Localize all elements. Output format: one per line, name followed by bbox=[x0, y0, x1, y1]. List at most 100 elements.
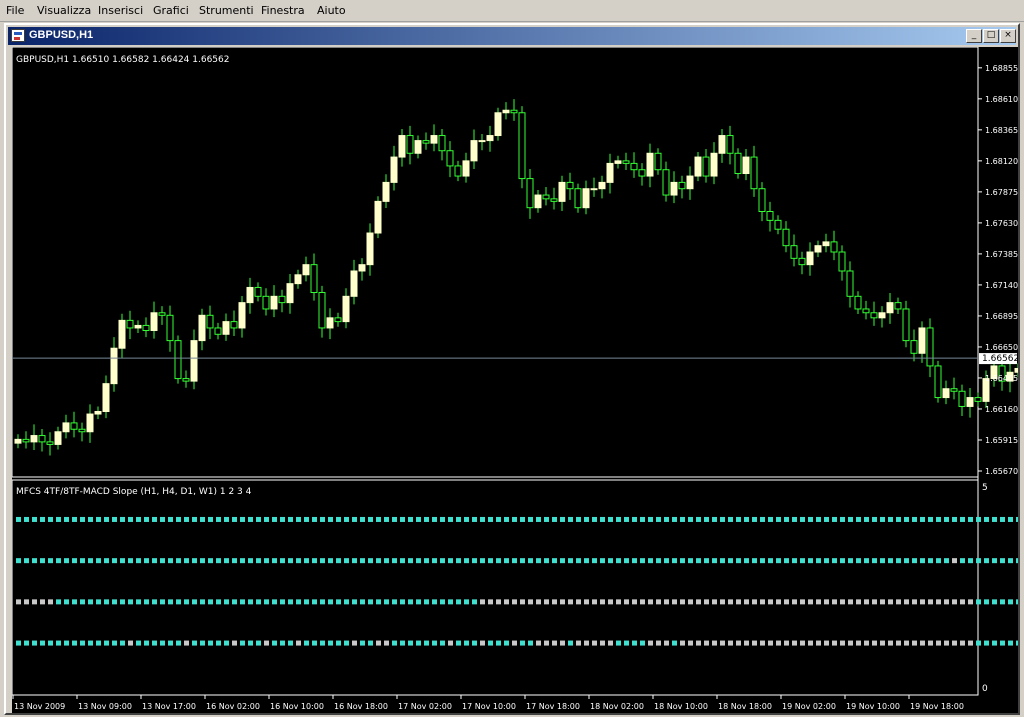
indicator-dot bbox=[640, 640, 645, 646]
candle-body bbox=[830, 241, 838, 253]
candle-body bbox=[438, 135, 446, 152]
candle-body bbox=[70, 422, 78, 430]
candle-body bbox=[526, 178, 534, 209]
indicator-dot bbox=[736, 558, 741, 564]
indicator-dot bbox=[280, 558, 285, 564]
indicator-dot bbox=[352, 516, 357, 522]
candle-body bbox=[278, 295, 286, 304]
indicator-dot bbox=[544, 599, 549, 605]
indicator-dot bbox=[296, 558, 301, 564]
indicator-dot bbox=[880, 558, 885, 564]
menu-aiuto[interactable]: Aiuto bbox=[317, 4, 346, 17]
indicator-dot bbox=[352, 599, 357, 605]
indicator-dot bbox=[936, 516, 941, 522]
indicator-dot bbox=[808, 516, 813, 522]
indicator-dot bbox=[432, 558, 437, 564]
indicator-dot bbox=[256, 516, 261, 522]
indicator-dot bbox=[648, 516, 653, 522]
indicator-dot bbox=[728, 599, 733, 605]
indicator-dot bbox=[136, 599, 141, 605]
candle-body bbox=[110, 347, 118, 385]
indicator-dot bbox=[384, 640, 389, 646]
indicator-dot bbox=[992, 516, 997, 522]
indicator-dot bbox=[48, 516, 53, 522]
indicator-dot bbox=[584, 599, 589, 605]
indicator-dot bbox=[976, 558, 981, 564]
indicator-dot bbox=[208, 599, 213, 605]
indicator-dot bbox=[664, 640, 669, 646]
indicator-dot bbox=[264, 640, 269, 646]
indicator-dot bbox=[328, 558, 333, 564]
chart-window[interactable]: GBPUSD,H1 _ □ × GBPUSD,H1 1.66510 1.6658… bbox=[4, 23, 1024, 715]
indicator-dot bbox=[472, 516, 477, 522]
indicator-dot bbox=[600, 516, 605, 522]
indicator-dot bbox=[168, 558, 173, 564]
indicator-dot bbox=[904, 516, 909, 522]
indicator-dot bbox=[968, 599, 973, 605]
menu-file[interactable]: File bbox=[6, 4, 24, 17]
indicator-dot bbox=[384, 558, 389, 564]
indicator-dot bbox=[120, 516, 125, 522]
indicator-dot bbox=[952, 558, 957, 564]
indicator-dot bbox=[320, 516, 325, 522]
indicator-dot bbox=[984, 599, 989, 605]
candle-body bbox=[94, 411, 102, 415]
chart-canvas[interactable]: GBPUSD,H1 1.66510 1.66582 1.66424 1.6656… bbox=[11, 46, 1024, 713]
menu-inserisci[interactable]: Inserisci bbox=[98, 4, 143, 17]
indicator-dot bbox=[224, 558, 229, 564]
indicator-dot bbox=[272, 640, 277, 646]
indicator-dot bbox=[16, 640, 21, 646]
price-chart-frame bbox=[11, 46, 979, 696]
indicator-dot bbox=[440, 516, 445, 522]
indicator-dot bbox=[568, 640, 573, 646]
indicator-dot bbox=[464, 558, 469, 564]
indicator-dot bbox=[792, 558, 797, 564]
indicator-dot bbox=[544, 640, 549, 646]
indicator-dot bbox=[632, 599, 637, 605]
minimize-button[interactable]: _ bbox=[966, 29, 982, 43]
indicator-dot bbox=[64, 640, 69, 646]
indicator-dot bbox=[728, 516, 733, 522]
candle-body bbox=[926, 327, 934, 367]
menu-finestra[interactable]: Finestra bbox=[261, 4, 305, 17]
indicator-dot bbox=[40, 516, 45, 522]
menu-visualizza[interactable]: Visualizza bbox=[37, 4, 91, 17]
menu-grafici[interactable]: Grafici bbox=[153, 4, 189, 17]
indicator-dot bbox=[504, 599, 509, 605]
price-tick-label: 1.66895 bbox=[985, 312, 1018, 321]
indicator-dot bbox=[336, 516, 341, 522]
indicator-dot bbox=[488, 516, 493, 522]
maximize-button[interactable]: □ bbox=[983, 29, 999, 43]
indicator-dot bbox=[920, 599, 925, 605]
indicator-dot bbox=[488, 558, 493, 564]
menu-strumenti[interactable]: Strumenti bbox=[199, 4, 254, 17]
indicator-dot bbox=[1008, 599, 1013, 605]
indicator-dot bbox=[864, 599, 869, 605]
candle-body bbox=[446, 150, 454, 167]
indicator-dot bbox=[792, 599, 797, 605]
indicator-dot bbox=[712, 558, 717, 564]
indicator-dot bbox=[376, 558, 381, 564]
window-title: GBPUSD,H1 bbox=[29, 29, 94, 41]
indicator-dot bbox=[880, 640, 885, 646]
candle-body bbox=[398, 135, 406, 158]
indicator-dot bbox=[160, 558, 165, 564]
indicator-dot bbox=[16, 516, 21, 522]
time-tick-label: 16 Nov 18:00 bbox=[334, 702, 388, 711]
indicator-dot bbox=[504, 516, 509, 522]
indicator-dot bbox=[824, 516, 829, 522]
indicator-dot bbox=[872, 640, 877, 646]
indicator-dot bbox=[824, 558, 829, 564]
indicator-dot bbox=[184, 599, 189, 605]
indicator-dot bbox=[576, 558, 581, 564]
indicator-dot bbox=[1016, 599, 1021, 605]
candle-body bbox=[838, 251, 846, 272]
chart-area[interactable]: GBPUSD,H1 1.66510 1.66582 1.66424 1.6656… bbox=[11, 46, 1024, 713]
chart-window-icon[interactable] bbox=[11, 29, 25, 42]
window-titlebar[interactable]: GBPUSD,H1 _ □ × bbox=[8, 27, 1016, 45]
time-tick-label: 17 Nov 02:00 bbox=[398, 702, 452, 711]
indicator-dot bbox=[576, 516, 581, 522]
close-button[interactable]: × bbox=[1000, 29, 1016, 43]
indicator-dot bbox=[928, 599, 933, 605]
indicator-dot bbox=[136, 516, 141, 522]
